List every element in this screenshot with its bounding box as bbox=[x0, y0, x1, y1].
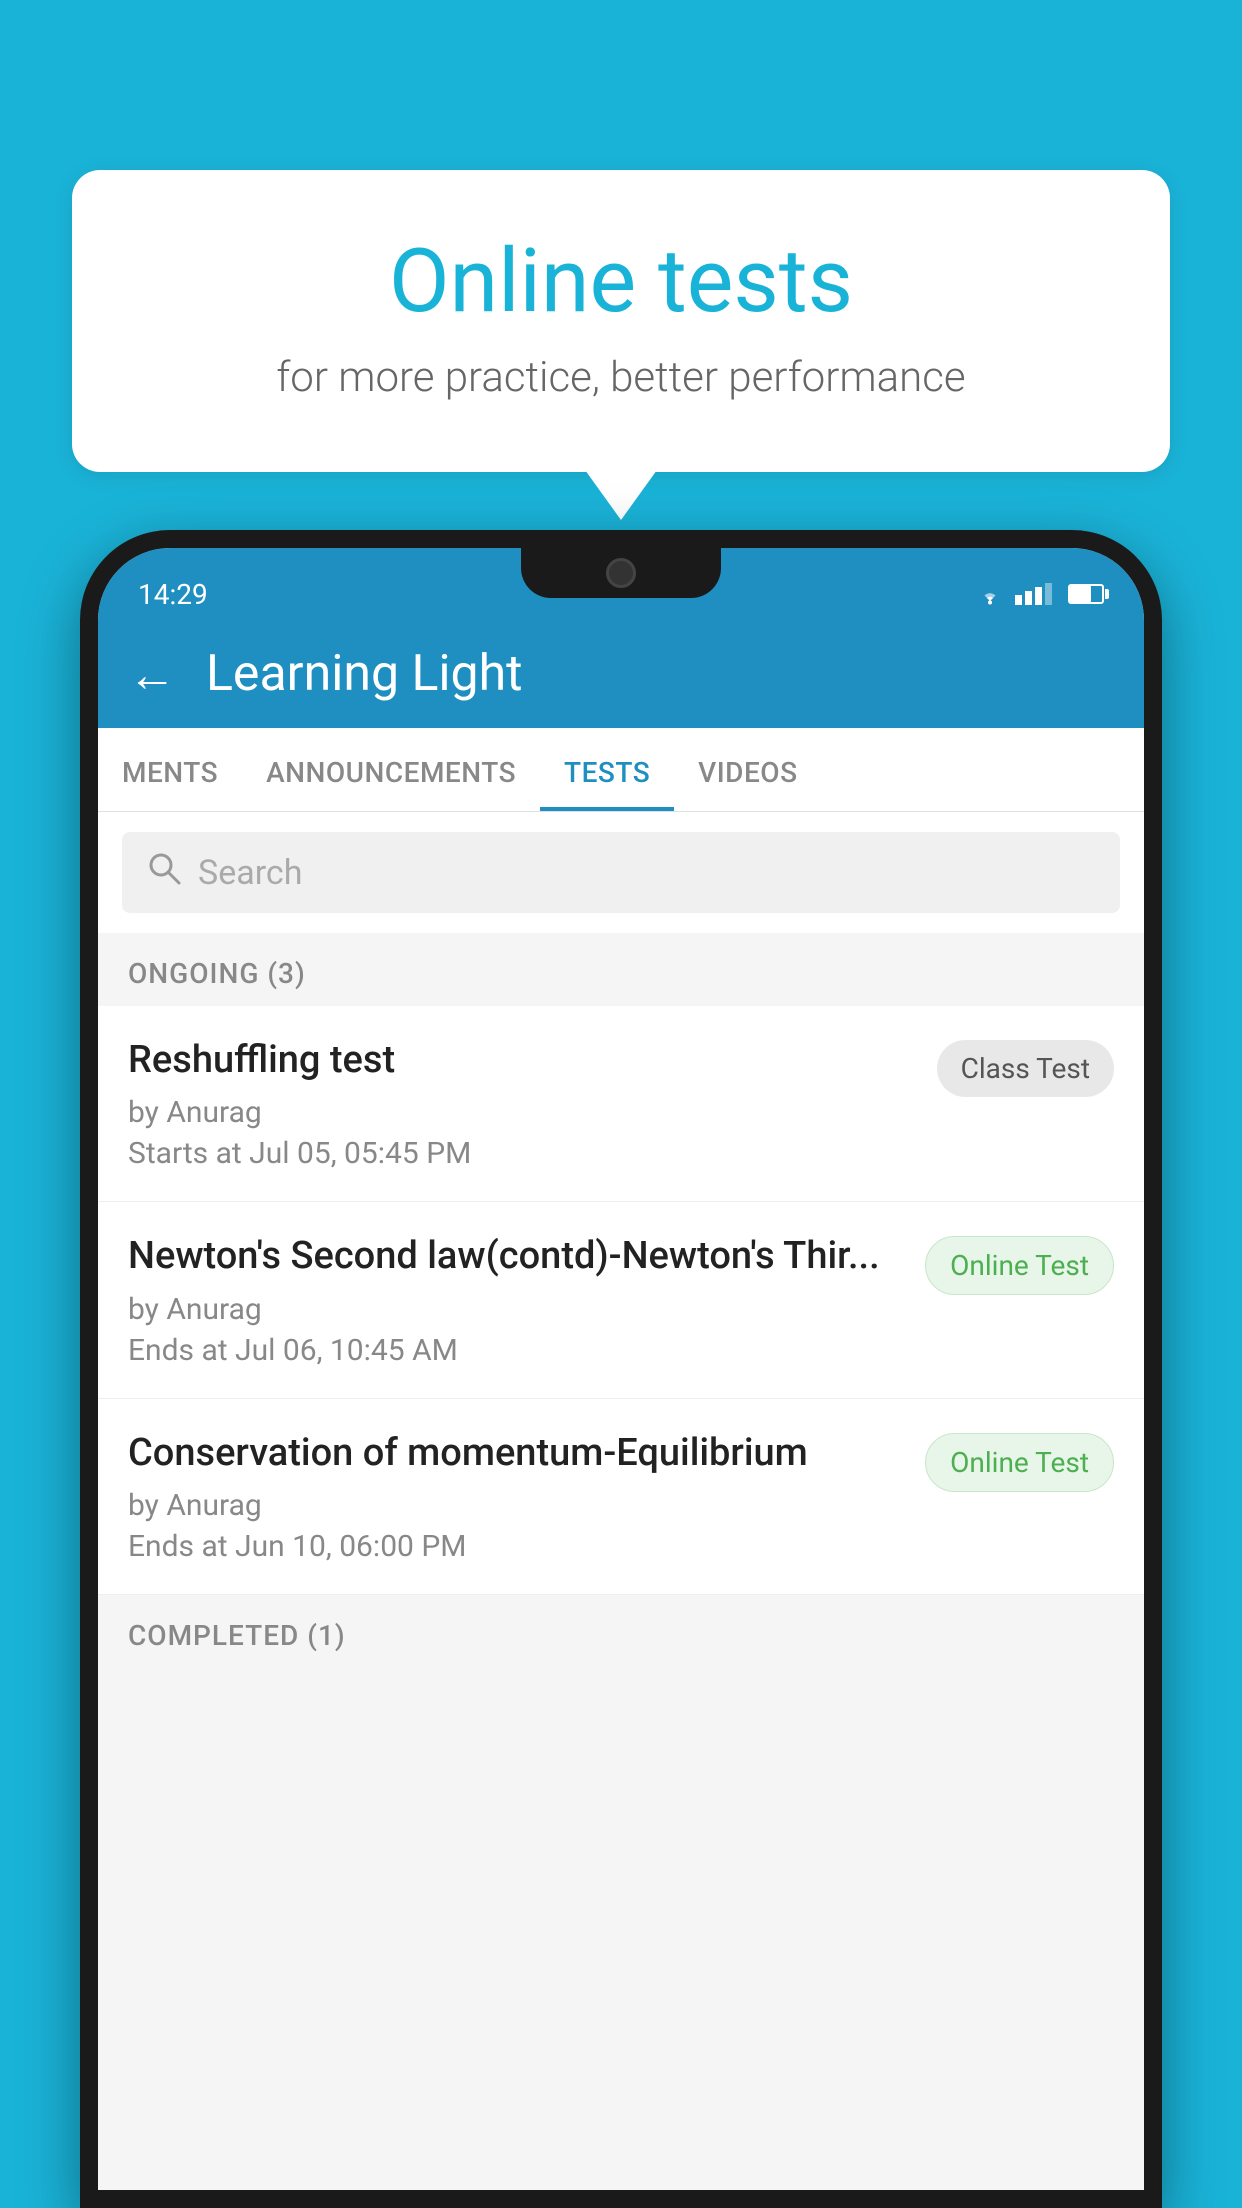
phone-camera bbox=[606, 558, 636, 588]
completed-header: COMPLETED (1) bbox=[98, 1595, 1144, 1668]
test-badge: Online Test bbox=[925, 1236, 1114, 1295]
phone-frame: 14:29 ← Learning bbox=[80, 530, 1162, 2208]
test-name: Reshuffling test bbox=[128, 1036, 917, 1085]
status-icons bbox=[975, 583, 1104, 605]
app-title: Learning Light bbox=[206, 645, 523, 703]
back-button[interactable]: ← bbox=[128, 646, 176, 703]
test-date: Starts at Jul 05, 05:45 PM bbox=[128, 1136, 917, 1171]
test-info: Newton's Second law(contd)-Newton's Thir… bbox=[128, 1232, 925, 1367]
promo-bubble: Online tests for more practice, better p… bbox=[72, 170, 1170, 472]
bubble-subtitle: for more practice, better performance bbox=[122, 353, 1120, 402]
content-area: Search ONGOING (3) Reshuffling test by A… bbox=[98, 812, 1144, 2190]
battery-fill bbox=[1070, 586, 1091, 602]
wifi-icon bbox=[975, 583, 1005, 605]
app-bar: ← Learning Light bbox=[98, 620, 1144, 728]
test-date: Ends at Jun 10, 06:00 PM bbox=[128, 1529, 905, 1564]
test-badge: Class Test bbox=[937, 1040, 1114, 1097]
signal-icon bbox=[1015, 583, 1052, 605]
search-placeholder: Search bbox=[198, 853, 302, 893]
test-by: by Anurag bbox=[128, 1292, 905, 1327]
search-input-wrapper[interactable]: Search bbox=[122, 832, 1120, 913]
tab-videos[interactable]: VIDEOS bbox=[674, 728, 821, 811]
search-icon bbox=[146, 850, 182, 895]
test-info: Reshuffling test by Anurag Starts at Jul… bbox=[128, 1036, 937, 1171]
test-info: Conservation of momentum-Equilibrium by … bbox=[128, 1429, 925, 1564]
phone-screen: 14:29 ← Learning bbox=[98, 548, 1144, 2190]
test-item[interactable]: Newton's Second law(contd)-Newton's Thir… bbox=[98, 1202, 1144, 1398]
status-time: 14:29 bbox=[138, 578, 208, 611]
test-item[interactable]: Conservation of momentum-Equilibrium by … bbox=[98, 1399, 1144, 1595]
tab-tests[interactable]: TESTS bbox=[540, 728, 674, 811]
test-badge: Online Test bbox=[925, 1433, 1114, 1492]
test-name: Conservation of momentum-Equilibrium bbox=[128, 1429, 905, 1478]
test-date: Ends at Jul 06, 10:45 AM bbox=[128, 1333, 905, 1368]
tab-bar: MENTS ANNOUNCEMENTS TESTS VIDEOS bbox=[98, 728, 1144, 812]
test-item[interactable]: Reshuffling test by Anurag Starts at Jul… bbox=[98, 1006, 1144, 1202]
ongoing-header: ONGOING (3) bbox=[98, 933, 1144, 1006]
test-by: by Anurag bbox=[128, 1488, 905, 1523]
tab-ments[interactable]: MENTS bbox=[98, 728, 242, 811]
search-bar: Search bbox=[98, 812, 1144, 933]
tab-announcements[interactable]: ANNOUNCEMENTS bbox=[242, 728, 540, 811]
battery-icon bbox=[1068, 584, 1104, 604]
test-by: by Anurag bbox=[128, 1095, 917, 1130]
bubble-title: Online tests bbox=[122, 230, 1120, 333]
phone-notch bbox=[521, 548, 721, 598]
test-name: Newton's Second law(contd)-Newton's Thir… bbox=[128, 1232, 905, 1281]
